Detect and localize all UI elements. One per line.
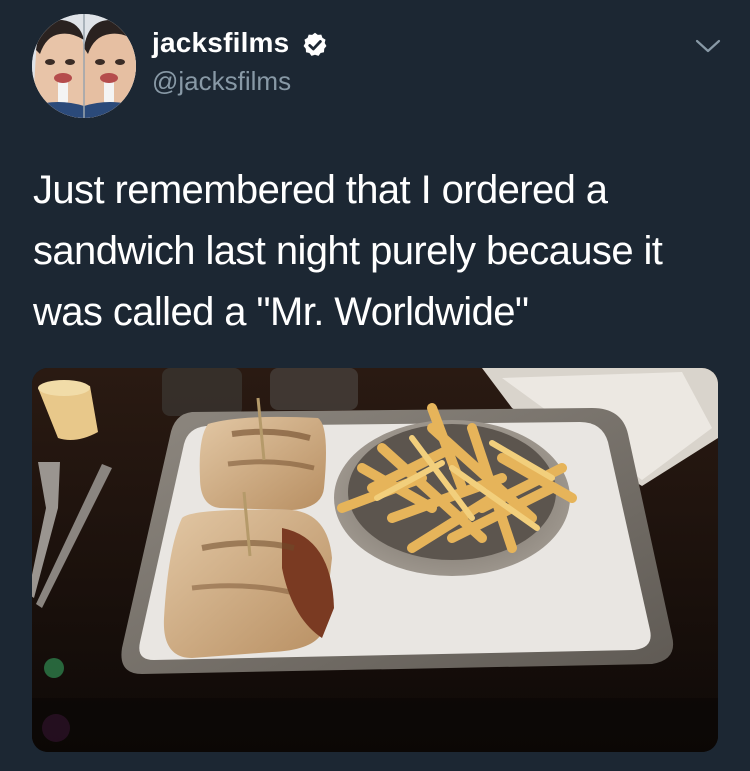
verified-badge-icon bbox=[303, 32, 327, 56]
tweet-text: Just remembered that I ordered a sandwic… bbox=[33, 160, 723, 343]
tweet-text-line: sandwich last night purely because it bbox=[33, 229, 663, 273]
user-handle[interactable]: @jacksfilms bbox=[152, 66, 291, 97]
tweet-photo[interactable] bbox=[32, 368, 718, 752]
tweet-card: jacksfilms @jacksfilms Just remembered t… bbox=[0, 0, 750, 771]
avatar[interactable] bbox=[32, 14, 136, 118]
tweet-text-line: Just remembered that I ordered a bbox=[33, 168, 608, 212]
chevron-down-icon[interactable] bbox=[694, 36, 722, 56]
display-name[interactable]: jacksfilms bbox=[152, 27, 289, 59]
tweet-text-line: was called a "Mr. Worldwide" bbox=[33, 290, 529, 334]
